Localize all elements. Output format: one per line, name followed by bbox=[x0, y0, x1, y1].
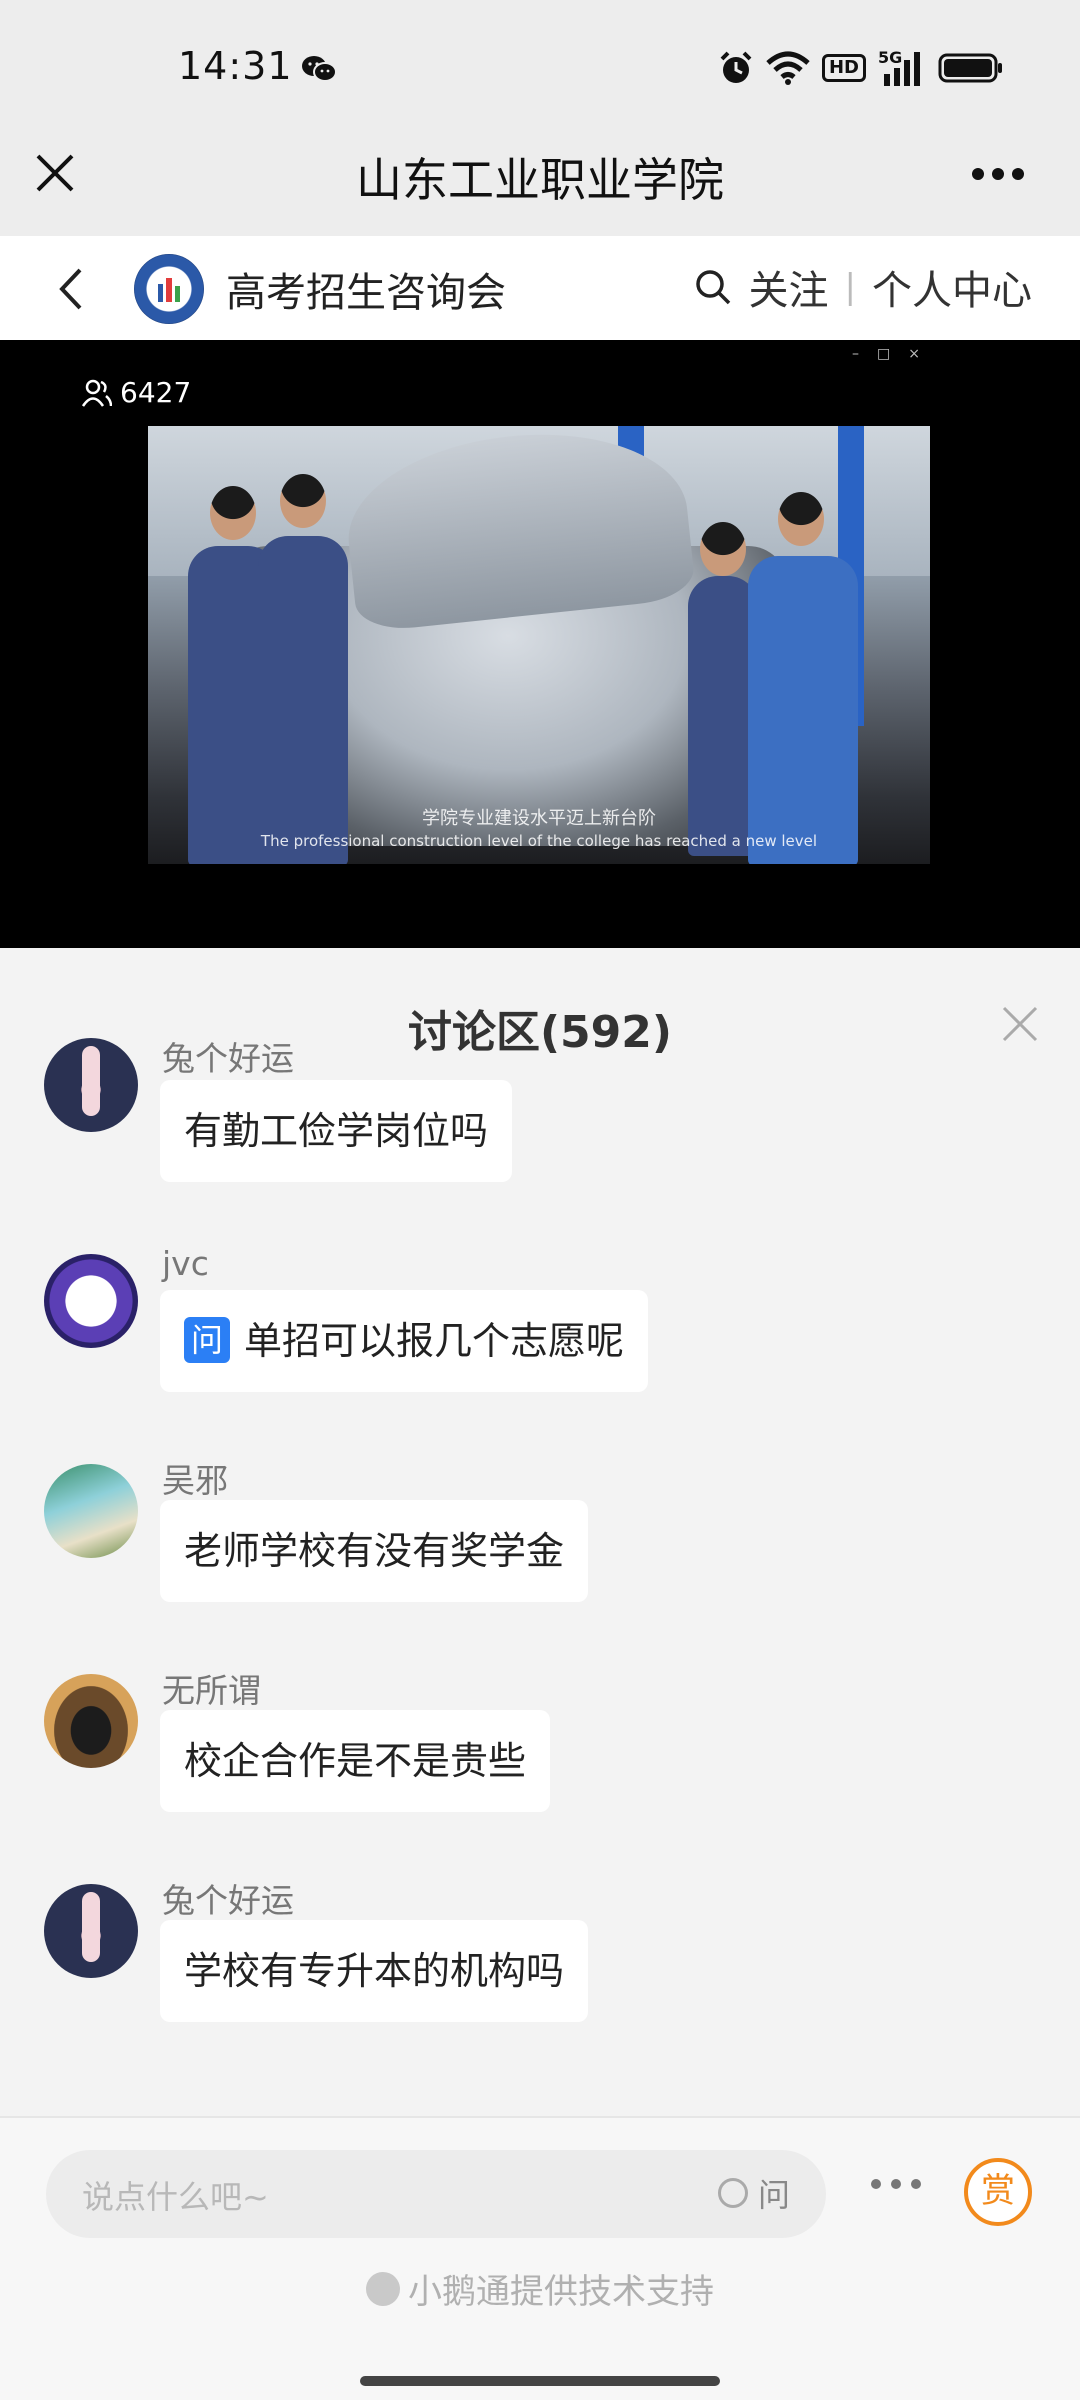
question-badge: 问 bbox=[184, 1316, 230, 1363]
avatar[interactable] bbox=[44, 1254, 138, 1348]
student-head bbox=[700, 522, 746, 576]
subtitle-cn: 学院专业建设水平迈上新台阶 bbox=[422, 808, 656, 829]
username: 吴邪 bbox=[162, 1461, 228, 1500]
comment-input[interactable]: 说点什么吧~ 问 bbox=[46, 2150, 826, 2238]
maximize-icon[interactable]: □ bbox=[877, 346, 890, 362]
username: jvc bbox=[162, 1244, 209, 1283]
avatar[interactable] bbox=[44, 1674, 138, 1768]
follow-button[interactable]: 关注 bbox=[749, 258, 829, 316]
powered-by: 小鹅通提供技术支持 bbox=[0, 2264, 1080, 2313]
status-bar: 14:31 HD 5G bbox=[0, 0, 1080, 130]
discussion-panel: 讨论区(592) 兔个好运 有勤工俭学岗位吗 jvc 问单招可以报几个志愿呢 吴… bbox=[0, 948, 1080, 2116]
hd-badge: HD bbox=[821, 54, 866, 82]
title-bar: 山东工业职业学院 bbox=[0, 130, 1080, 236]
cellular-signal-icon: 5G bbox=[878, 48, 926, 88]
channel-name: 高考招生咨询会 bbox=[226, 270, 506, 316]
wifi-icon bbox=[766, 51, 810, 85]
input-bar: 说点什么吧~ 问 赏 小鹅通提供技术支持 bbox=[0, 2116, 1080, 2400]
alarm-icon bbox=[720, 51, 752, 83]
status-icons: HD 5G bbox=[718, 48, 1004, 88]
page: 14:31 HD 5G 山东工业职业学院 高考招生咨询会 关注 | 个人中心 6… bbox=[0, 0, 1080, 2400]
teacher-head bbox=[778, 492, 824, 546]
avatar[interactable] bbox=[44, 1884, 138, 1978]
student-head bbox=[280, 474, 326, 528]
minimize-icon[interactable]: – bbox=[852, 346, 859, 362]
back-icon[interactable] bbox=[52, 264, 92, 314]
message-bubble[interactable]: 学校有专升本的机构吗 bbox=[160, 1920, 589, 2022]
username: 兔个好运 bbox=[162, 1881, 294, 1920]
more-icon[interactable] bbox=[868, 2176, 924, 2192]
more-options-icon[interactable] bbox=[970, 166, 1026, 182]
username: 兔个好运 bbox=[162, 1039, 294, 1078]
message-text: 单招可以报几个志愿呢 bbox=[244, 1319, 625, 1363]
message-bubble[interactable]: 有勤工俭学岗位吗 bbox=[160, 1080, 513, 1182]
battery-icon bbox=[938, 53, 1002, 83]
ask-label: 问 bbox=[757, 2176, 790, 2214]
radio-circle-icon bbox=[717, 2178, 748, 2208]
close-icon[interactable] bbox=[1000, 1004, 1040, 1044]
subtitle-en: The professional construction level of t… bbox=[260, 832, 818, 850]
video-window-controls: – □ × bbox=[852, 346, 920, 362]
channel-logo bbox=[134, 254, 204, 324]
username: 无所谓 bbox=[162, 1671, 261, 1710]
viewer-count: 6427 bbox=[82, 376, 191, 409]
video-frame: 学院专业建设水平迈上新台阶 The professional construct… bbox=[148, 426, 930, 864]
viewers-icon bbox=[82, 379, 112, 407]
channel-header: 高考招生咨询会 关注 | 个人中心 bbox=[0, 236, 1080, 340]
home-indicator[interactable] bbox=[360, 2376, 720, 2386]
xiaoe-logo-icon bbox=[366, 2271, 400, 2306]
viewer-count-value: 6427 bbox=[120, 376, 192, 409]
avatar[interactable] bbox=[44, 1464, 138, 1558]
ask-question-toggle[interactable]: 问 bbox=[717, 2170, 790, 2216]
status-time: 14:31 bbox=[178, 44, 293, 88]
avatar[interactable] bbox=[44, 1038, 138, 1132]
channel-actions: 关注 | 个人中心 bbox=[693, 258, 1032, 316]
message-bubble[interactable]: 问单招可以报几个志愿呢 bbox=[160, 1290, 649, 1392]
message-bubble[interactable]: 校企合作是不是贵些 bbox=[160, 1710, 551, 1812]
comment-placeholder: 说点什么吧~ bbox=[82, 2178, 269, 2216]
reward-button[interactable]: 赏 bbox=[964, 2158, 1032, 2226]
message-bubble[interactable]: 老师学校有没有奖学金 bbox=[160, 1500, 589, 1602]
video-player[interactable]: 6427 – □ × 学院专业建设水平迈上新台阶 The professiona… bbox=[0, 340, 1080, 948]
close-video-icon[interactable]: × bbox=[908, 346, 920, 362]
search-icon[interactable] bbox=[693, 267, 733, 307]
page-title: 山东工业职业学院 bbox=[356, 153, 724, 207]
wechat-icon bbox=[302, 56, 337, 82]
divider: | bbox=[844, 267, 856, 307]
powered-by-text: 小鹅通提供技术支持 bbox=[408, 2272, 714, 2312]
profile-button[interactable]: 个人中心 bbox=[872, 258, 1032, 316]
student-head bbox=[210, 486, 256, 540]
